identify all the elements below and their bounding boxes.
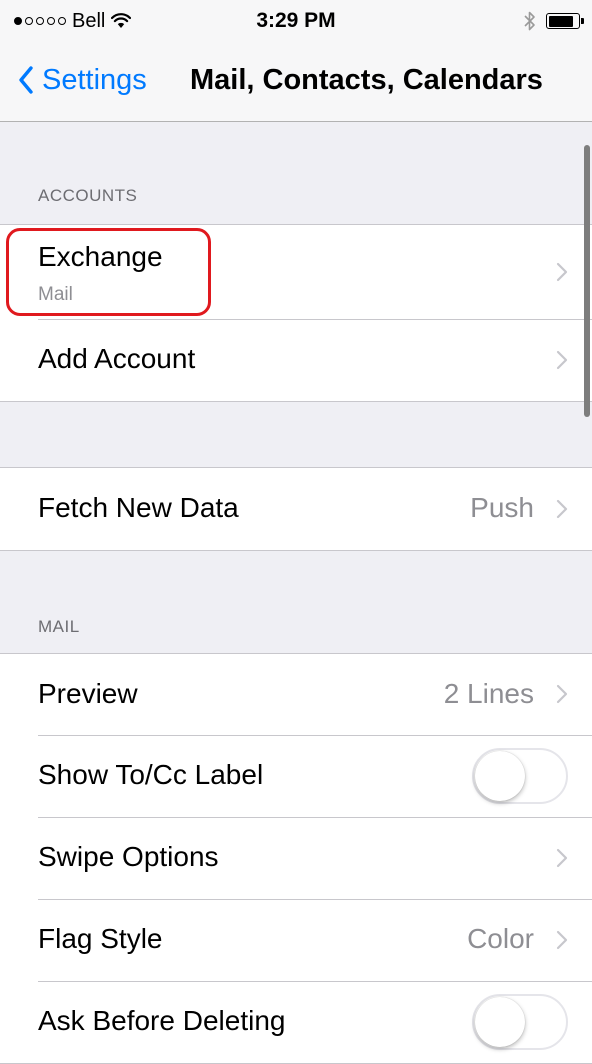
fetch-group: Fetch New Data Push [0,467,592,551]
flag-style-row[interactable]: Flag Style Color [0,899,592,981]
accounts-group: Exchange Mail Add Account [0,224,592,402]
account-sublabel: Mail [38,284,73,305]
preview-row[interactable]: Preview 2 Lines [0,654,592,735]
chevron-left-icon [19,66,33,94]
swipe-options-row[interactable]: Swipe Options [0,817,592,899]
mail-group: Preview 2 Lines Show To/Cc Label Swipe O… [0,653,592,1064]
section-header-accounts: ACCOUNTS [38,186,138,205]
status-bar: Bell 3:29 PM [0,0,592,40]
flag-style-value: Color [467,923,534,954]
battery-level [548,15,574,27]
show-to-cc-toggle[interactable] [472,748,568,804]
back-button[interactable]: Settings [18,60,147,100]
status-right [524,9,584,33]
back-button-label: Settings [42,63,147,96]
chevron-right-icon [556,930,568,950]
navigation-bar: Settings Mail, Contacts, Calendars [0,40,592,122]
battery-nub [581,18,584,24]
ask-before-deleting-toggle[interactable] [472,994,568,1050]
scroll-indicator [584,145,590,417]
add-account-label: Add Account [38,343,196,374]
chevron-right-icon [556,350,568,370]
account-label: Exchange [38,241,163,272]
preview-label: Preview [38,678,138,709]
add-account-row[interactable]: Add Account [0,319,592,401]
account-row-exchange[interactable]: Exchange Mail [0,225,592,319]
chevron-right-icon [556,262,568,282]
section-header-mail: MAIL [38,617,80,636]
toggle-knob [475,751,525,801]
ask-before-deleting-label: Ask Before Deleting [38,1005,286,1036]
toggle-knob [475,997,525,1047]
chevron-right-icon [556,499,568,519]
show-to-cc-label: Show To/Cc Label [38,759,264,790]
status-time: 3:29 PM [256,9,336,32]
battery-icon [546,13,584,29]
swipe-options-label: Swipe Options [38,841,219,872]
preview-value: 2 Lines [443,678,534,709]
ask-before-deleting-row: Ask Before Deleting [0,981,592,1063]
chevron-right-icon [556,848,568,868]
show-to-cc-row: Show To/Cc Label [0,735,592,817]
flag-style-label: Flag Style [38,923,163,954]
bluetooth-icon [524,11,535,31]
page-title: Mail, Contacts, Calendars [190,64,543,96]
fetch-new-data-label: Fetch New Data [38,492,239,523]
chevron-right-icon [556,684,568,704]
fetch-new-data-row[interactable]: Fetch New Data Push [0,468,592,550]
fetch-new-data-value: Push [470,492,534,523]
